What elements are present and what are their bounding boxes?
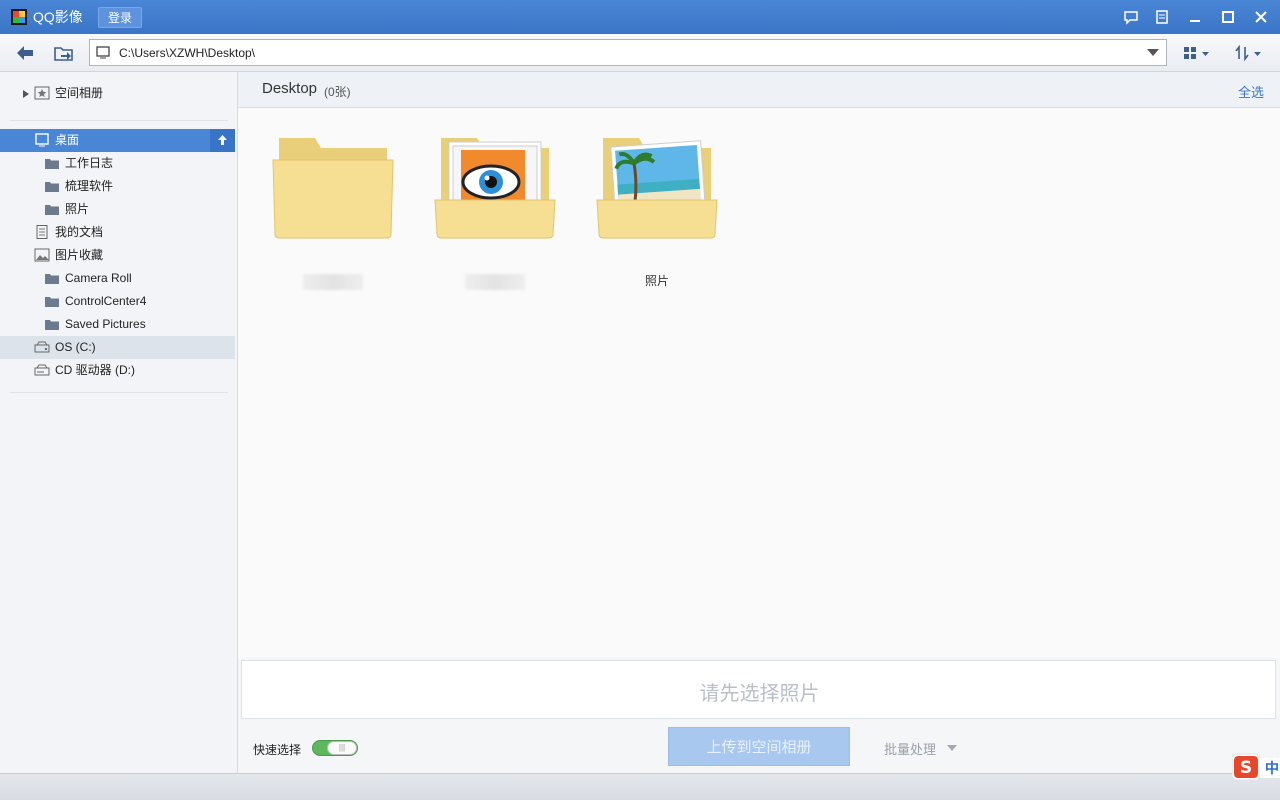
sidebar-item-label: 空间相册 bbox=[55, 86, 104, 100]
quick-select-label: 快速选择 bbox=[253, 743, 302, 757]
sidebar-item-label: 桌面 bbox=[55, 133, 80, 147]
select-photos-hint: 请先选择照片 bbox=[699, 683, 820, 705]
star-album-icon bbox=[34, 86, 50, 100]
cd-drive-icon bbox=[34, 364, 50, 376]
folder-icon bbox=[45, 320, 59, 330]
beach-photo-folder-icon bbox=[596, 138, 718, 239]
path-text: C:\Users\XZWH\Desktop\ bbox=[119, 46, 256, 60]
sort-icon[interactable] bbox=[1232, 43, 1266, 63]
toolbar: C:\Users\XZWH\Desktop\ bbox=[0, 34, 1280, 72]
folder-icon bbox=[45, 205, 59, 215]
sidebar-item-camera-roll[interactable]: Camera Roll bbox=[0, 267, 235, 290]
sidebar-item-picture-favorites[interactable]: 图片收藏 bbox=[0, 244, 235, 267]
sidebar-item-saved-pictures[interactable]: Saved Pictures bbox=[0, 313, 235, 336]
blurred-folder-name bbox=[303, 274, 363, 290]
folder-icon bbox=[45, 297, 59, 307]
upload-arrow-icon[interactable] bbox=[210, 129, 235, 152]
sidebar-item-my-documents[interactable]: 我的文档 bbox=[0, 221, 235, 244]
ime-mode-label: 中 bbox=[1265, 760, 1279, 776]
sidebar-item-label: Saved Pictures bbox=[65, 317, 146, 331]
chevron-down-icon[interactable] bbox=[947, 745, 957, 751]
selection-status-panel: 请先选择照片 bbox=[241, 660, 1276, 719]
photo-count: (0张) bbox=[324, 85, 351, 99]
sidebar-item-controlcenter4[interactable]: ControlCenter4 bbox=[0, 290, 235, 313]
folder-label: 照片 bbox=[644, 274, 669, 288]
sidebar-item-label: 梳理软件 bbox=[65, 179, 114, 193]
document-icon bbox=[36, 225, 48, 239]
app-title: QQ影像 bbox=[33, 9, 83, 25]
sidebar-item-label: CD 驱动器 (D:) bbox=[55, 363, 135, 377]
ime-indicator[interactable]: S 中 bbox=[1231, 752, 1280, 781]
eye-image-folder-icon bbox=[434, 138, 556, 239]
plain-folder-icon bbox=[272, 138, 394, 239]
sidebar-divider bbox=[10, 392, 228, 393]
drive-icon bbox=[34, 341, 50, 353]
minimize-icon[interactable] bbox=[1184, 7, 1206, 27]
view-grid-icon[interactable] bbox=[1180, 43, 1214, 63]
sidebar-item-label: ControlCenter4 bbox=[65, 294, 147, 308]
sidebar-item-work-log[interactable]: 工作日志 bbox=[0, 152, 235, 175]
select-all-link[interactable]: 全选 bbox=[1238, 82, 1264, 101]
desktop-path-icon bbox=[96, 46, 110, 59]
folder-header: Desktop (0张) 全选 bbox=[238, 72, 1280, 108]
feedback-icon[interactable] bbox=[1120, 7, 1142, 27]
folder-icon bbox=[45, 159, 59, 169]
folder-thumbnail[interactable] bbox=[433, 132, 557, 290]
toggle-knob-icon: ||| bbox=[327, 741, 357, 755]
sidebar-item-desktop[interactable]: 桌面 bbox=[0, 129, 235, 152]
sidebar-item-label: 图片收藏 bbox=[55, 248, 104, 262]
folder-thumbnail[interactable] bbox=[271, 132, 395, 290]
picture-icon bbox=[34, 248, 50, 262]
folder-title: Desktop bbox=[262, 80, 318, 97]
blurred-folder-name bbox=[465, 274, 525, 290]
sidebar-item-label: 照片 bbox=[65, 202, 90, 216]
desktop-icon bbox=[35, 133, 49, 147]
folder-icon bbox=[45, 182, 59, 192]
sidebar-item-label: 工作日志 bbox=[65, 156, 114, 170]
skin-menu-icon[interactable] bbox=[1151, 7, 1173, 27]
close-icon[interactable] bbox=[1250, 7, 1272, 27]
sidebar-divider bbox=[10, 120, 228, 121]
back-arrow-icon[interactable] bbox=[14, 43, 36, 63]
sidebar-item-sort-software[interactable]: 梳理软件 bbox=[0, 175, 235, 198]
sidebar-item-label: 我的文档 bbox=[55, 225, 104, 239]
sidebar-item-drive-c[interactable]: OS (C:) bbox=[0, 336, 235, 359]
title-bar: QQ影像 登录 bbox=[0, 0, 1280, 34]
sidebar-item-cd-drive-d[interactable]: CD 驱动器 (D:) bbox=[0, 359, 235, 382]
quick-select-toggle[interactable]: ||| bbox=[312, 740, 358, 756]
sidebar-item-label: Camera Roll bbox=[65, 271, 132, 285]
sidebar: 空间相册 桌面 工作日志 梳理软件 照片 我的文档 图片收藏 Camera Ro… bbox=[0, 72, 238, 773]
qq-image-logo-icon bbox=[11, 9, 27, 25]
expand-arrow-icon[interactable] bbox=[23, 90, 29, 98]
bottom-action-bar: 快速选择 ||| 上传到空间相册 批量处理 bbox=[238, 719, 1280, 773]
up-folder-icon[interactable] bbox=[53, 43, 75, 63]
thumbnail-grid: 照片 bbox=[238, 108, 1280, 658]
sidebar-item-qzone-album[interactable]: 空间相册 bbox=[0, 82, 235, 105]
path-input[interactable]: C:\Users\XZWH\Desktop\ bbox=[89, 39, 1167, 66]
login-button[interactable]: 登录 bbox=[98, 7, 142, 28]
status-bar bbox=[0, 773, 1280, 800]
folder-thumbnail[interactable]: 照片 bbox=[595, 132, 719, 288]
path-dropdown-icon[interactable] bbox=[1147, 49, 1159, 56]
folder-icon bbox=[45, 274, 59, 284]
batch-process-button[interactable]: 批量处理 bbox=[884, 739, 936, 758]
sidebar-item-label: OS (C:) bbox=[55, 340, 96, 354]
sidebar-item-photos[interactable]: 照片 bbox=[0, 198, 235, 221]
svg-text:S: S bbox=[1240, 758, 1252, 778]
maximize-icon[interactable] bbox=[1217, 7, 1239, 27]
upload-to-album-button[interactable]: 上传到空间相册 bbox=[668, 727, 850, 766]
